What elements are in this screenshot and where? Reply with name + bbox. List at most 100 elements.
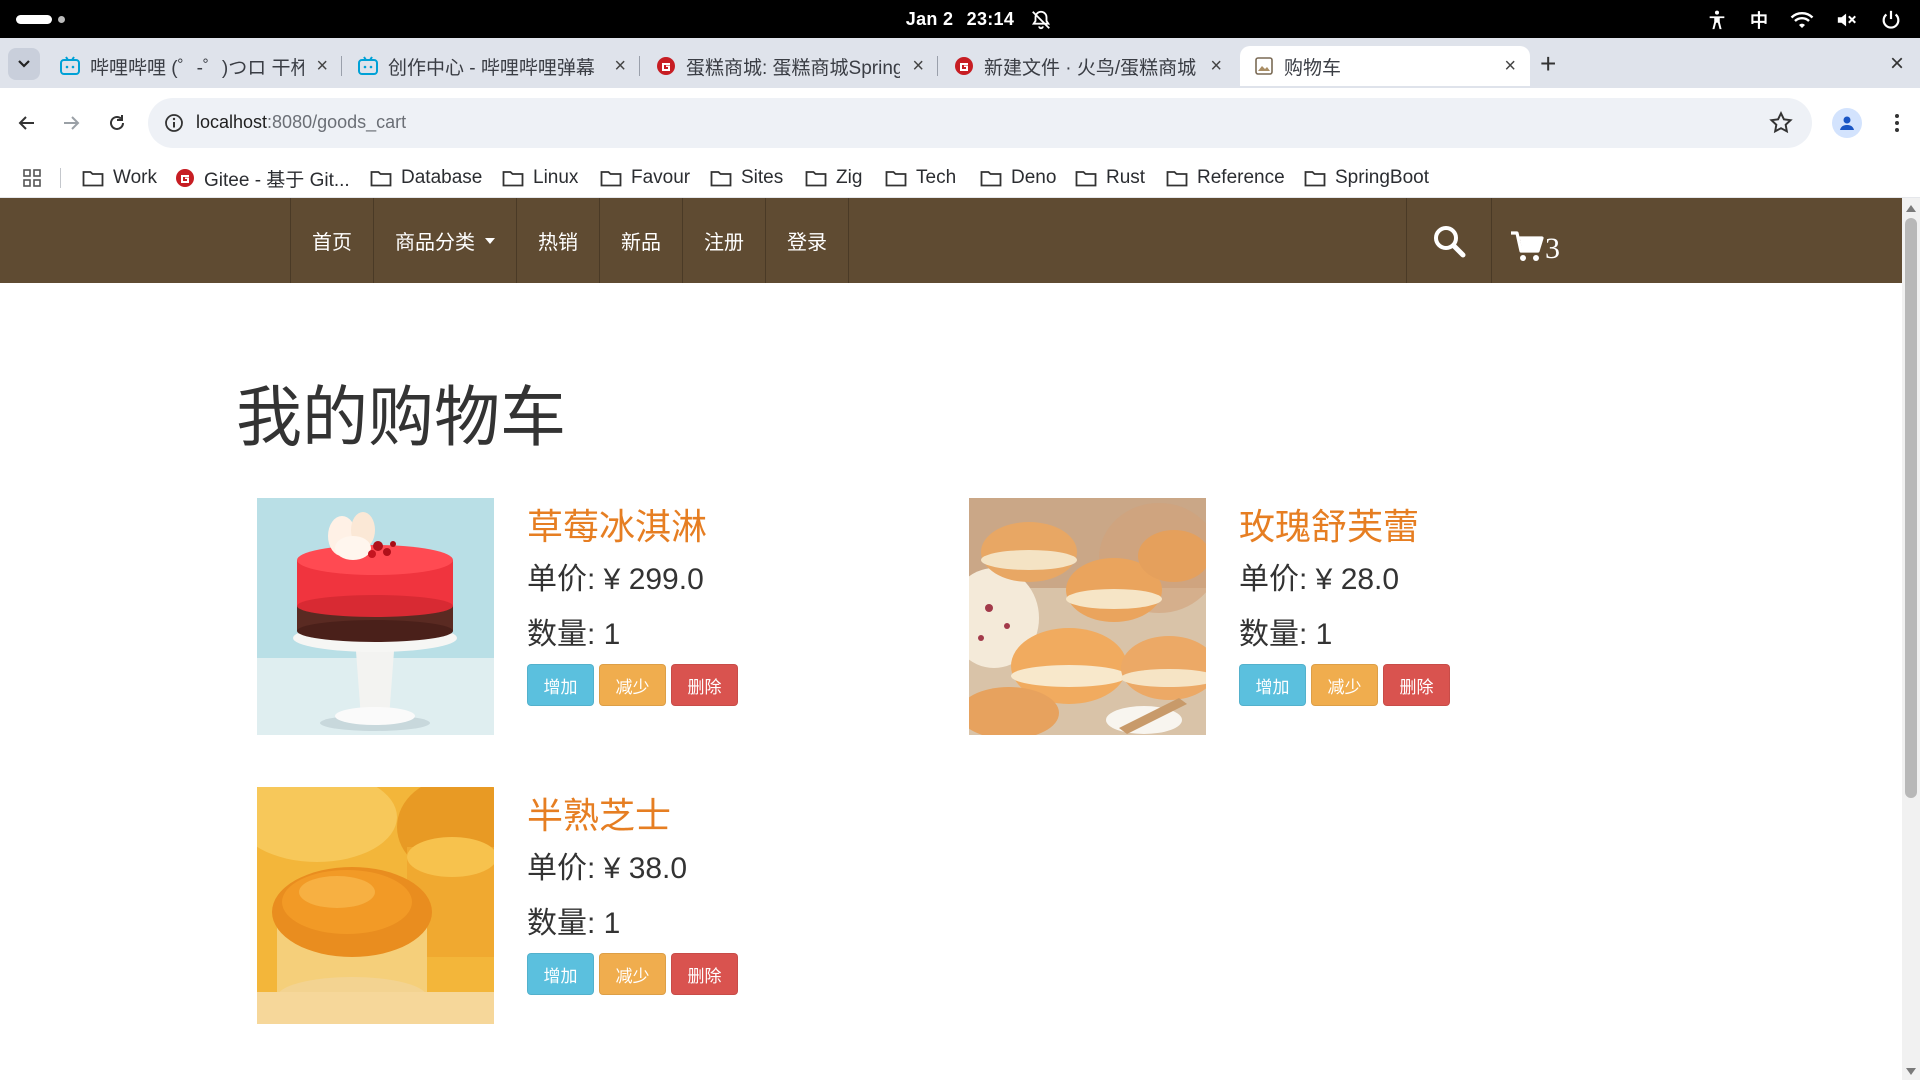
clock[interactable]: Jan 2 23:14 — [0, 9, 1920, 30]
quantity-label: 数量: — [527, 907, 604, 940]
power-icon[interactable] — [1880, 9, 1902, 31]
bookmark-folder-linux[interactable]: Linux — [502, 164, 578, 192]
decrease-button[interactable]: 减少 — [599, 953, 666, 995]
bookmark-label: SpringBoot — [1335, 167, 1430, 188]
product-price: 单价: ¥ 28.0 — [1239, 554, 1399, 598]
new-tab-button[interactable]: + — [1540, 50, 1556, 78]
folder-icon — [502, 171, 524, 187]
reload-button[interactable] — [104, 110, 130, 136]
bookmark-star-icon[interactable] — [1768, 110, 1794, 136]
avatar-icon — [1840, 116, 1854, 130]
scroll-down-arrow[interactable] — [1906, 1068, 1916, 1075]
bookmark-label: Reference — [1197, 167, 1285, 188]
bookmark-label: Zig — [836, 167, 863, 188]
product-image-rose-souffle[interactable] — [969, 498, 1206, 735]
product-name[interactable]: 草莓冰淇淋 — [527, 498, 707, 550]
bookmark-folder-rust[interactable]: Rust — [1075, 164, 1145, 192]
bookmark-folder-zig[interactable]: Zig — [805, 164, 862, 192]
nav-item-login[interactable]: 登录 — [766, 198, 849, 283]
clock-time: 23:14 — [966, 9, 1015, 29]
input-method-indicator[interactable]: 中 — [1750, 7, 1768, 33]
product-quantity: 数量: 1 — [527, 898, 620, 942]
address-bar[interactable]: localhost:8080/goods_cart — [148, 98, 1812, 148]
cart-button[interactable]: 3 — [1510, 218, 1560, 264]
bookmarks-separator — [60, 168, 61, 188]
nav-item-register[interactable]: 注册 — [683, 198, 766, 283]
nav-item-hot[interactable]: 热销 — [517, 198, 600, 283]
tab-gitee-repo[interactable]: 蛋糕商城: 蛋糕商城Spring × — [642, 46, 938, 86]
nav-item-categories[interactable]: 商品分类 — [374, 198, 517, 283]
tab-close-button[interactable]: × — [912, 55, 924, 78]
accessibility-icon[interactable] — [1706, 9, 1728, 31]
os-status-bar: Jan 2 23:14 中 — [0, 0, 1920, 38]
url-text[interactable]: localhost:8080/goods_cart — [196, 112, 406, 133]
price-value: ¥ 38.0 — [603, 852, 688, 885]
product-name[interactable]: 玫瑰舒芙蕾 — [1239, 498, 1419, 550]
delete-button[interactable]: 删除 — [1383, 664, 1450, 706]
folder-icon — [82, 171, 104, 187]
nav-item-home[interactable]: 首页 — [291, 198, 374, 283]
arrow-right-icon — [64, 116, 80, 130]
delete-button[interactable]: 删除 — [671, 664, 738, 706]
clock-date: Jan 2 — [905, 9, 954, 29]
increase-button[interactable]: 增加 — [527, 953, 594, 995]
browser-menu-button[interactable] — [1884, 110, 1910, 136]
wifi-icon[interactable] — [1790, 10, 1814, 30]
tab-bilibili[interactable]: 哔哩哔哩 (゜-゜)つロ 干杯 × — [46, 46, 342, 86]
nav-label: 商品分类 — [395, 232, 475, 254]
nav-item-new[interactable]: 新品 — [600, 198, 683, 283]
volume-muted-icon[interactable] — [1836, 10, 1858, 30]
bookmark-folder-favour[interactable]: Favour — [600, 164, 690, 192]
tab-creator-center[interactable]: 创作中心 - 哔哩哔哩弹幕 × — [344, 46, 640, 86]
back-button[interactable] — [14, 110, 40, 136]
bookmark-folder-deno[interactable]: Deno — [980, 164, 1056, 192]
nav-label: 登录 — [787, 232, 827, 254]
bookmark-folder-springboot[interactable]: SpringBoot — [1304, 164, 1429, 192]
bookmark-folder-sites[interactable]: Sites — [710, 164, 783, 192]
scrollbar-thumb[interactable] — [1905, 218, 1917, 798]
product-name[interactable]: 半熟芝士 — [527, 787, 671, 839]
page-icon — [1255, 57, 1273, 75]
price-label: 单价: — [527, 563, 604, 596]
decrease-button[interactable]: 减少 — [1311, 664, 1378, 706]
product-image-half-cheese[interactable] — [257, 787, 494, 1024]
apps-grid-icon[interactable] — [22, 168, 42, 188]
folder-icon — [1166, 171, 1188, 187]
scroll-up-arrow[interactable] — [1906, 205, 1916, 212]
tab-search-button[interactable] — [8, 48, 40, 80]
tab-close-button[interactable]: × — [316, 55, 328, 78]
delete-button[interactable]: 删除 — [671, 953, 738, 995]
window-close-button[interactable]: × — [1890, 52, 1904, 76]
bilibili-icon — [60, 56, 80, 75]
increase-button[interactable]: 增加 — [1239, 664, 1306, 706]
page-title: 我的购物车 — [236, 380, 566, 454]
bookmark-folder-database[interactable]: Database — [370, 164, 482, 192]
bookmark-folder-work[interactable]: Work — [82, 164, 157, 192]
increase-button[interactable]: 增加 — [527, 664, 594, 706]
profile-button[interactable] — [1832, 108, 1862, 138]
folder-icon — [710, 171, 732, 187]
gitee-icon — [657, 57, 675, 75]
bookmark-folder-reference[interactable]: Reference — [1166, 164, 1285, 192]
item-actions: 增加 减少 删除 — [527, 953, 738, 995]
product-image-strawberry-cake[interactable] — [257, 498, 494, 735]
site-info-icon[interactable] — [164, 113, 184, 133]
tab-close-button[interactable]: × — [1210, 55, 1222, 78]
tab-title: 新建文件 · 火鸟/蛋糕商城 — [984, 57, 1197, 79]
tab-title: 哔哩哔哩 (゜-゜)つロ 干杯 — [90, 57, 305, 79]
nav-links: 首页 商品分类 热销 新品 注册 登录 — [290, 198, 849, 283]
tab-shopping-cart[interactable]: 购物车 × — [1240, 46, 1530, 86]
bookmark-gitee[interactable]: Gitee - 基于 Git... — [175, 164, 350, 192]
caret-down-icon — [485, 237, 495, 244]
tab-close-button[interactable]: × — [1504, 55, 1516, 78]
bookmark-folder-tech[interactable]: Tech — [885, 164, 956, 192]
decrease-button[interactable]: 减少 — [599, 664, 666, 706]
folder-icon — [1075, 171, 1097, 187]
folder-icon — [885, 171, 907, 187]
forward-button[interactable] — [58, 110, 84, 136]
folder-icon — [600, 171, 622, 187]
search-button[interactable] — [1406, 198, 1492, 283]
tab-gitee-newfile[interactable]: 新建文件 · 火鸟/蛋糕商城 × — [940, 46, 1236, 86]
tab-close-button[interactable]: × — [614, 55, 626, 78]
nav-label: 新品 — [621, 232, 661, 254]
